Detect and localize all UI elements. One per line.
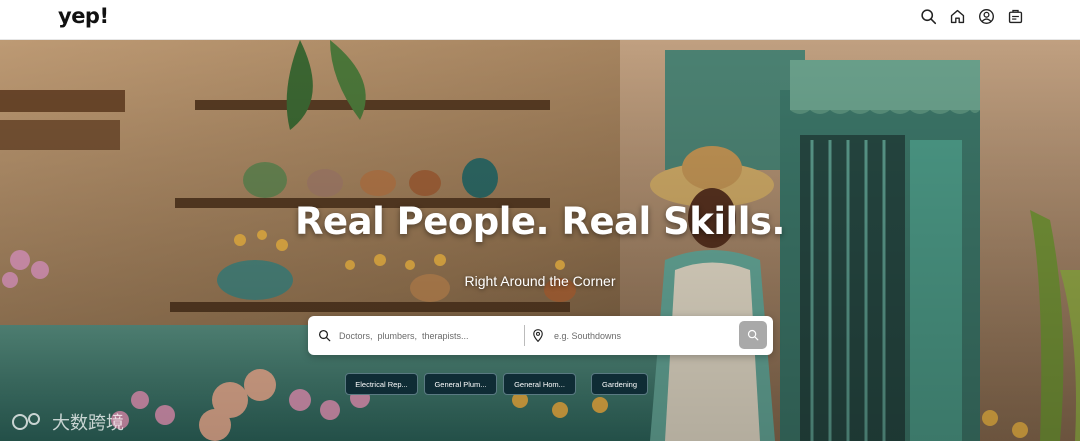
service-search-group [318, 316, 523, 355]
chip-general-home[interactable]: General Hom... [503, 373, 576, 395]
search-submit-button[interactable] [739, 321, 767, 349]
search-icon[interactable] [920, 8, 937, 25]
chip-general-plumbing[interactable]: General Plum... [424, 373, 497, 395]
home-icon[interactable] [949, 8, 966, 25]
location-search-input[interactable] [554, 330, 724, 341]
chip-gardening[interactable]: Gardening [591, 373, 648, 395]
search-divider [524, 325, 525, 346]
hero-section: Real People. Real Skills. Right Around t… [0, 40, 1080, 441]
chip-electrical-repair[interactable]: Electrical Rep... [345, 373, 418, 395]
briefcase-icon[interactable] [1007, 8, 1024, 25]
watermark-text: 大数跨境 [52, 413, 124, 434]
top-navbar: yep! [0, 0, 1080, 40]
hero-headline: Real People. Real Skills. [295, 200, 785, 243]
location-search-group [532, 316, 732, 355]
category-chips: Electrical Rep... General Plum... Genera… [0, 373, 1080, 395]
nav-icons [920, 8, 1024, 25]
location-pin-icon [533, 329, 543, 342]
search-bar [308, 316, 773, 355]
user-icon[interactable] [978, 8, 995, 25]
search-icon [747, 329, 759, 341]
watermark: 大数跨境 [10, 409, 124, 435]
hero-subheadline: Right Around the Corner [464, 273, 616, 289]
watermark-logo-icon [12, 413, 40, 430]
search-icon [318, 329, 331, 342]
logo[interactable]: yep! [58, 4, 109, 28]
service-search-input[interactable] [339, 330, 509, 341]
